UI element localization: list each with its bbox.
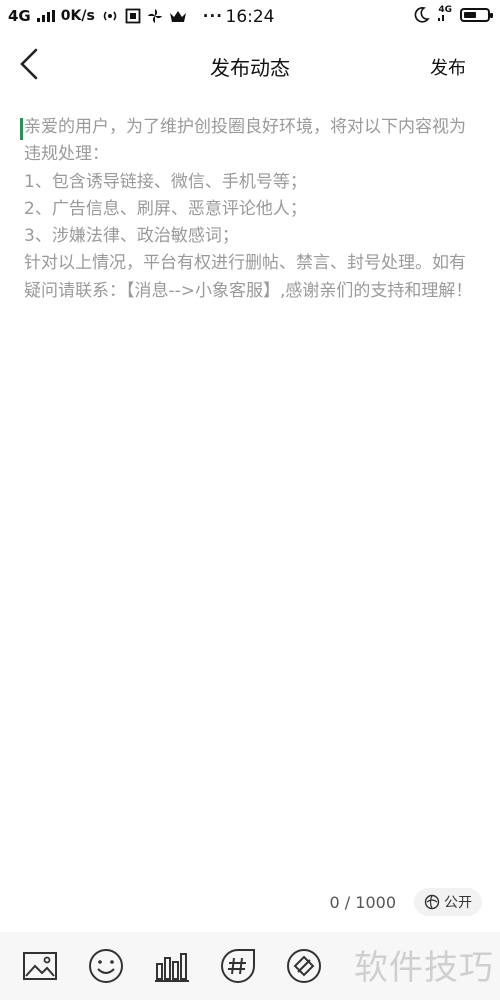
net-tag-label: 4G <box>438 5 452 15</box>
editor-placeholder: 亲爱的用户，为了维护创投圈良好环境，将对以下内容视为违规处理： 1、包含诱导链接… <box>24 117 473 301</box>
hashtag-icon <box>221 949 255 983</box>
post-editor[interactable]: 亲爱的用户，为了维护创投圈良好环境，将对以下内容视为违规处理： 1、包含诱导链接… <box>20 114 480 874</box>
link-icon <box>287 949 321 983</box>
image-icon <box>23 952 57 980</box>
image-button[interactable] <box>20 946 60 986</box>
watermark: 软件技巧 <box>354 948 494 988</box>
public-icon <box>424 894 440 910</box>
status-right: 4G <box>412 6 493 24</box>
battery-icon <box>460 8 493 22</box>
moon-icon <box>414 7 431 23</box>
char-counter: 0 / 1000 <box>329 893 396 912</box>
chart-button[interactable] <box>152 946 192 986</box>
visibility-label: 公开 <box>444 895 472 911</box>
chart-icon <box>155 953 189 982</box>
battery-fill <box>464 12 476 18</box>
visibility-selector[interactable]: 公开 <box>414 888 482 916</box>
emoji-icon <box>89 949 123 983</box>
emoji-button[interactable] <box>86 946 126 986</box>
mini-signal-icon <box>438 15 445 21</box>
publish-button[interactable]: 发布 <box>430 54 466 80</box>
page-title: 发布动态 <box>210 56 290 80</box>
net-tag: 4G <box>438 6 452 24</box>
header: 发布动态 发布 <box>0 34 500 94</box>
text-cursor <box>20 118 23 140</box>
hashtag-button[interactable] <box>218 946 258 986</box>
status-bar: 4G 0K/s ··· 16:24 4G <box>0 0 500 34</box>
link-button[interactable] <box>284 946 324 986</box>
